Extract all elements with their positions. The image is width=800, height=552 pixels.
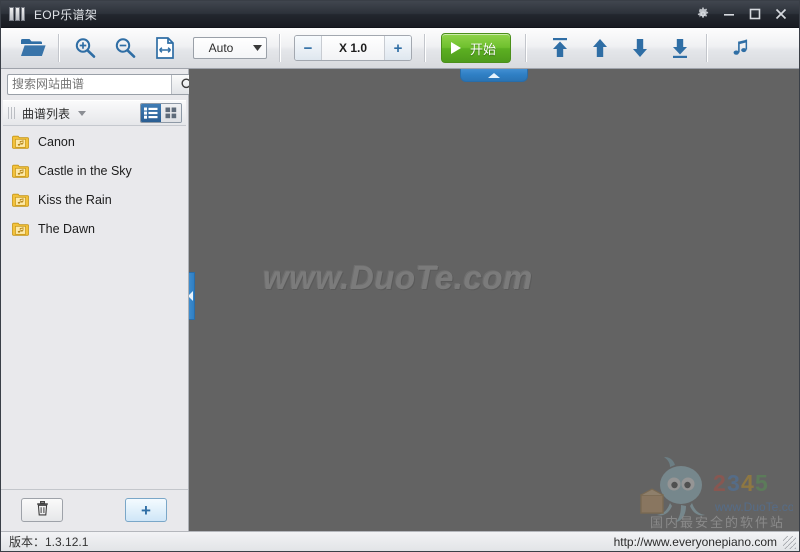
song-list[interactable]: Canon Castle in the Sky Kiss the Rain Th…	[1, 127, 188, 489]
list-item-label: The Dawn	[38, 221, 95, 236]
svg-text:5: 5	[755, 470, 768, 496]
collapse-left-tab[interactable]	[189, 272, 195, 320]
drag-grip-icon[interactable]	[8, 107, 16, 119]
search-box[interactable]	[7, 73, 203, 95]
list-item[interactable]: Castle in the Sky	[1, 156, 188, 185]
settings-gear-icon[interactable]	[690, 2, 716, 26]
sidebar-footer: +	[1, 489, 188, 533]
sidebar: 曲谱列表	[1, 69, 203, 533]
jump-to-bottom-icon[interactable]	[660, 31, 700, 65]
play-icon	[451, 42, 461, 54]
toolbar-separator-2	[279, 34, 281, 62]
delete-button[interactable]	[21, 498, 63, 522]
list-view-icon[interactable]	[141, 104, 161, 122]
version-label: 版本：1.3.12.1	[9, 535, 89, 549]
collapse-up-tab[interactable]	[460, 69, 528, 82]
maximize-icon[interactable]	[742, 2, 768, 26]
minimize-icon[interactable]	[716, 2, 742, 26]
grid-view-icon[interactable]	[161, 104, 181, 122]
music-folder-icon	[12, 164, 29, 178]
list-item-label: Kiss the Rain	[38, 192, 112, 207]
resize-grip-icon[interactable]	[783, 536, 796, 549]
speed-increase-button[interactable]: +	[384, 36, 411, 60]
page-down-icon[interactable]	[620, 31, 660, 65]
svg-text:2: 2	[713, 470, 726, 496]
title-bar: EOP乐谱架	[1, 1, 799, 28]
list-item[interactable]: Kiss the Rain	[1, 185, 188, 214]
list-item-label: Castle in the Sky	[38, 163, 132, 178]
svg-text:4: 4	[741, 470, 754, 496]
zoom-mode-value: Auto	[208, 41, 234, 55]
open-folder-icon[interactable]	[13, 31, 53, 65]
brand-tagline: 国内最安全的软件站	[649, 515, 785, 530]
collapse-left-icon	[189, 291, 193, 301]
toolbar-separator-3	[424, 34, 426, 62]
song-list-header: 曲谱列表	[3, 100, 186, 126]
svg-text:3: 3	[727, 470, 740, 496]
status-bar: 版本：1.3.12.1 http://www.everyonepiano.com	[1, 531, 799, 551]
page-up-icon[interactable]	[580, 31, 620, 65]
toolbar-separator-4	[525, 34, 528, 62]
list-item[interactable]: The Dawn	[1, 214, 188, 243]
application-window: EOP乐谱架 Auto − X 1.0 + 开始 搜索网站曲谱 曲谱列表 Can…	[0, 0, 800, 552]
window-title: EOP乐谱架	[34, 7, 98, 22]
add-button[interactable]: +	[125, 498, 167, 522]
jump-to-top-icon[interactable]	[540, 31, 580, 65]
start-button[interactable]: 开始	[441, 33, 512, 63]
speed-value: X 1.0	[338, 41, 368, 55]
trash-icon	[36, 500, 49, 519]
app-book-icon	[9, 6, 25, 22]
search-input[interactable]	[8, 77, 171, 91]
music-folder-icon	[12, 222, 29, 236]
start-button-label: 开始	[470, 41, 497, 57]
search-row	[1, 69, 203, 99]
main-toolbar: Auto − X 1.0 + 开始	[1, 28, 799, 69]
zoom-out-icon[interactable]	[105, 31, 145, 65]
collapse-up-icon	[488, 73, 500, 78]
chevron-down-icon	[248, 45, 266, 51]
zoom-mode-select[interactable]: Auto	[193, 37, 267, 59]
list-item-label: Canon	[38, 134, 75, 149]
list-item[interactable]: Canon	[1, 127, 188, 156]
music-note-icon[interactable]	[721, 31, 761, 65]
zoom-in-icon[interactable]	[65, 31, 105, 65]
score-canvas[interactable]: www.DuoTe.com 2 3 4 5 www.DuoTe.com	[189, 69, 799, 533]
music-folder-icon	[12, 135, 29, 149]
toolbar-separator-5	[706, 34, 709, 62]
canvas-watermark: www.DuoTe.com	[263, 259, 533, 296]
fit-page-width-icon[interactable]	[145, 31, 185, 65]
view-toggle-group	[140, 103, 182, 123]
toolbar-separator	[58, 34, 60, 62]
website-url[interactable]: http://www.everyonepiano.com	[614, 535, 777, 549]
chevron-down-icon[interactable]	[78, 110, 87, 116]
speed-stepper: − X 1.0 +	[294, 35, 412, 61]
close-icon[interactable]	[768, 2, 794, 26]
speed-decrease-button[interactable]: −	[295, 36, 322, 60]
song-list-title: 曲谱列表	[22, 106, 71, 121]
music-folder-icon	[12, 193, 29, 207]
